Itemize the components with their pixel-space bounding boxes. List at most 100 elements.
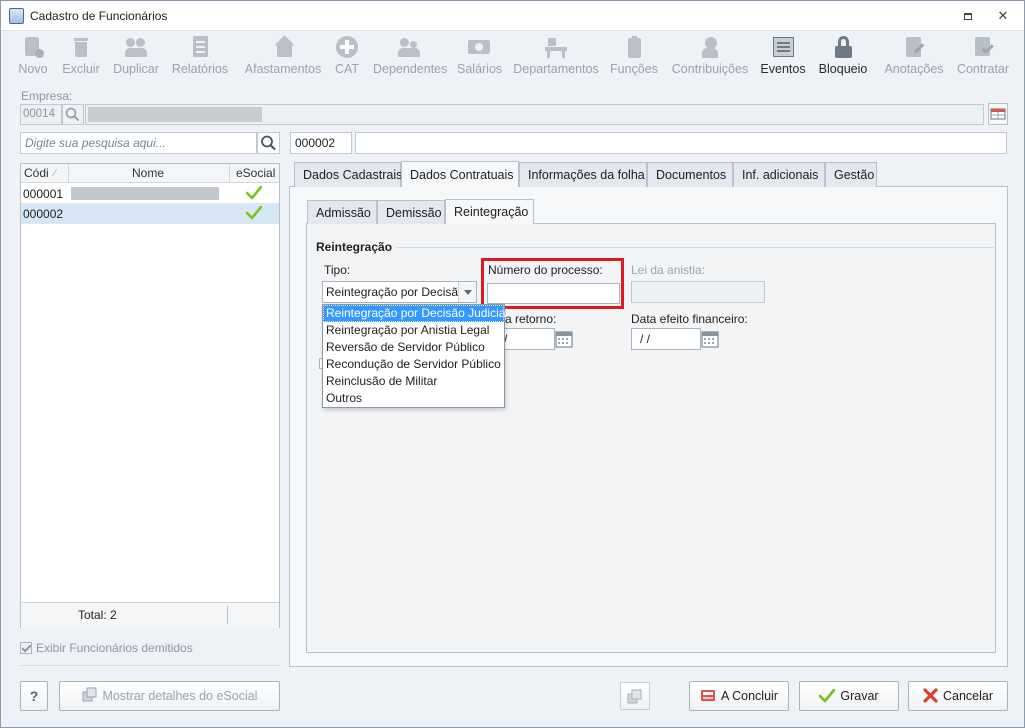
calendar-icon[interactable] (700, 329, 720, 349)
save-label: Gravar (840, 689, 879, 703)
redacted-company-name (88, 107, 262, 122)
new-person-icon (22, 35, 44, 59)
toolbar-button-anotacoes[interactable]: Anotações (883, 35, 945, 81)
toolbar-button-novo[interactable]: Novo (15, 35, 51, 81)
employee-grid: Códi ⁄ Nome eSocial 000001 000002 Total:… (20, 163, 280, 628)
notes-icon (903, 35, 925, 59)
toolbar-button-excluir[interactable]: Excluir (61, 35, 101, 81)
dropdown-option[interactable]: Reinclusão de Militar (323, 373, 504, 390)
chevron-down-icon[interactable] (458, 282, 476, 302)
toolbar-button-funcoes[interactable]: Funções (609, 35, 659, 81)
column-header-esocial[interactable]: eSocial (236, 166, 275, 180)
events-list-icon (772, 35, 794, 59)
esocial-copy-icon (82, 687, 97, 702)
tab-admissao[interactable]: Admissão (307, 200, 377, 224)
toolbar-button-afastamentos[interactable]: Afastamentos (244, 35, 322, 81)
toolbar-button-contratar[interactable]: Contratar (955, 35, 1011, 81)
check-icon (246, 186, 262, 200)
lei-anistia-input[interactable] (631, 281, 765, 303)
empresa-code-field[interactable]: 00014 (20, 104, 62, 125)
house-arrow-icon (272, 35, 294, 59)
window-title: Cadastro de Funcionários (30, 9, 168, 23)
column-header-name[interactable]: Nome (132, 166, 164, 180)
empresa-search-button[interactable] (62, 104, 84, 125)
employee-code-field[interactable]: 000002 (290, 132, 352, 154)
employee-name-field[interactable] (355, 132, 1007, 154)
copy-button[interactable] (620, 682, 650, 710)
table-row[interactable]: 000001 (21, 184, 279, 204)
employee-search-input[interactable]: Digite sua pesquisa aqui... (20, 132, 257, 154)
grid-footer: Total: 2 (21, 602, 279, 628)
column-header-code[interactable]: Códi (24, 166, 49, 180)
toolbar: Novo Excluir Duplicar Relatórios Afastam… (1, 32, 1024, 82)
cancel-button[interactable]: Cancelar (908, 681, 1008, 711)
show-dismissed-checkbox[interactable]: Exibir Funcionários demitidos (20, 641, 193, 655)
duplicate-people-icon (125, 35, 147, 59)
dropdown-option[interactable]: Outros (323, 390, 504, 407)
tab-inf-adicionais[interactable]: Inf. adicionais (733, 162, 825, 187)
employee-search-button[interactable] (257, 132, 280, 154)
search-icon (261, 135, 276, 151)
tipo-select[interactable]: Reintegração por Decisão Judicial (322, 281, 477, 303)
check-icon (246, 206, 262, 220)
tab-informacoes-folha[interactable]: Informações da folha (519, 162, 647, 187)
calendar-icon[interactable] (554, 329, 574, 349)
dropdown-option[interactable]: Recondução de Servidor Público (323, 356, 504, 373)
toolbar-button-dependentes[interactable]: Dependentes (373, 35, 447, 81)
calculator-icon (701, 690, 715, 701)
dropdown-option[interactable]: Reintegração por Decisão Judicial (323, 305, 508, 322)
toolbar-button-duplicar[interactable]: Duplicar (112, 35, 160, 81)
concluir-label: A Concluir (721, 689, 778, 703)
toolbar-button-cat[interactable]: CAT (332, 35, 362, 81)
toolbar-button-eventos[interactable]: Eventos (760, 35, 806, 81)
section-divider (396, 247, 994, 248)
data-efeito-field[interactable]: / / (631, 328, 701, 350)
close-icon[interactable]: ✕ (993, 7, 1013, 25)
toolbar-button-departamentos[interactable]: Departamentos (513, 35, 599, 81)
medical-cross-icon (336, 35, 358, 59)
tab-gestao[interactable]: Gestão (825, 162, 877, 187)
badge-icon (623, 35, 645, 59)
money-icon (468, 35, 490, 59)
highlight-box (481, 258, 624, 309)
title-bar: Cadastro de Funcionários ✕ (1, 1, 1024, 31)
row-code: 000001 (23, 187, 64, 201)
show-dismissed-label: Exibir Funcionários demitidos (36, 641, 193, 655)
save-button[interactable]: Gravar (799, 681, 899, 711)
section-title: Reintegração (316, 240, 393, 254)
toolbar-button-contribuicoes[interactable]: Contribuições (670, 35, 750, 81)
copy-icon (627, 689, 642, 704)
empresa-label: Empresa: (21, 89, 73, 103)
dropdown-option[interactable]: Reversão de Servidor Público (323, 339, 504, 356)
dropdown-option[interactable]: Reintegração por Anistia Legal (323, 322, 504, 339)
desk-icon (545, 35, 567, 59)
concluir-button[interactable]: A Concluir (689, 681, 789, 711)
toolbar-button-salarios[interactable]: Salários (457, 35, 502, 81)
tab-documentos[interactable]: Documentos (647, 162, 733, 187)
empresa-details-button[interactable] (988, 103, 1008, 125)
restore-icon[interactable] (958, 7, 978, 25)
lock-icon (832, 35, 854, 59)
toolbar-button-bloqueio[interactable]: Bloqueio (816, 35, 870, 81)
check-icon (819, 689, 836, 703)
table-row[interactable]: 000002 (21, 204, 279, 224)
tipo-select-value: Reintegração por Decisão Judicial (326, 285, 476, 299)
toolbar-button-relatorios[interactable]: Relatórios (171, 35, 229, 81)
tab-reintegracao[interactable]: Reintegração (445, 199, 534, 224)
tab-dados-contratuais[interactable]: Dados Contratuais (401, 161, 519, 187)
show-esocial-details-button[interactable]: Mostrar detalhes do eSocial (59, 681, 280, 711)
data-retorno-label: a retorno: (505, 312, 557, 326)
contract-icon (972, 35, 994, 59)
row-code: 000002 (23, 207, 64, 221)
help-button[interactable]: ? (20, 681, 48, 711)
trash-icon (70, 35, 92, 59)
dependents-icon (398, 35, 420, 59)
sort-icon: ⁄ (54, 168, 56, 179)
tab-dados-cadastrais[interactable]: Dados Cadastrais (294, 162, 402, 187)
tipo-label: Tipo: (324, 263, 351, 277)
tab-demissao[interactable]: Demissão (377, 200, 445, 224)
report-icon (189, 35, 211, 59)
checkbox-icon (20, 642, 32, 654)
contributions-icon (699, 35, 721, 59)
cancel-label: Cancelar (942, 689, 994, 703)
